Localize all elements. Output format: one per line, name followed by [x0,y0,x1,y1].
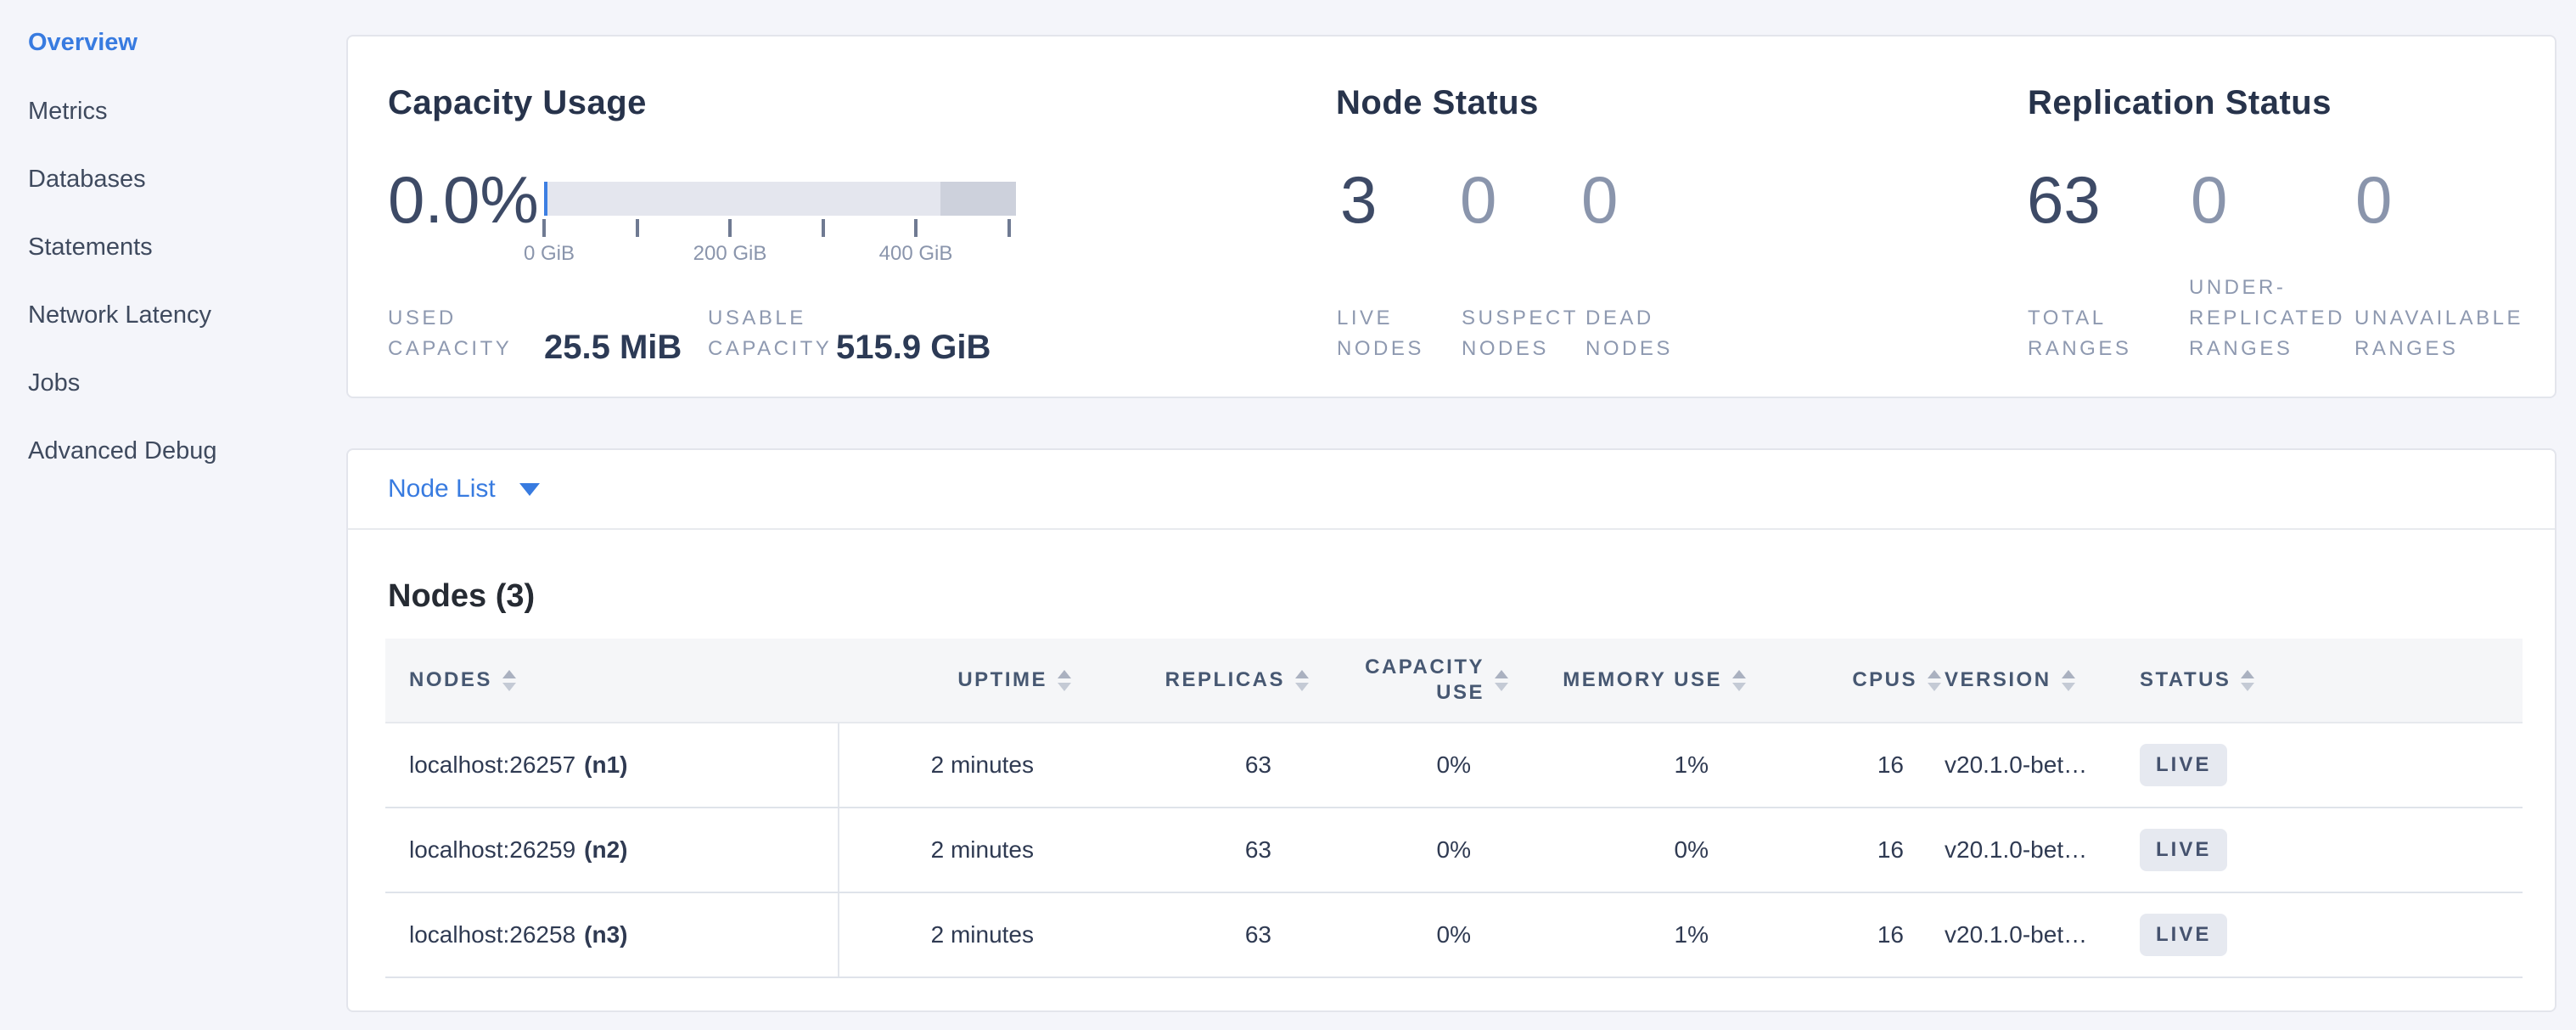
capacity-bar-used-segment [544,182,547,216]
replication-status-title: Replication Status [2028,82,2332,123]
under-replicated-ranges-count: 0 [2191,164,2227,235]
usable-capacity-value: 515.9 GiB [836,327,991,368]
table-row-node-3[interactable]: localhost:26258(n3) 2 minutes 63 0% 1% 1… [385,893,2523,978]
capacity-axis-tick [914,219,918,237]
table-row-node-2[interactable]: localhost:26259(n2) 2 minutes 63 0% 0% 1… [385,808,2523,893]
nodes-table: NODES UPTIME REPLICAS CAPACITY USE MEMOR… [385,639,2523,978]
capacity-used-percent: 0.0% [388,164,539,235]
version-cell: v20.1.0-bet… [1941,723,2128,807]
under-replicated-ranges-label: UNDER-REPLICATED RANGES [2189,273,2374,364]
capacity-axis-label-0: 0 GiB [524,242,575,266]
sidebar-item-advanced-debug[interactable]: Advanced Debug [28,436,217,465]
total-ranges-count: 63 [2027,164,2101,235]
uptime-cell: 2 minutes [839,808,1071,892]
cluster-overview-page: Overview Metrics Databases Statements Ne… [0,0,2576,1030]
capacity-axis-label-400: 400 GiB [879,242,953,266]
version-cell: v20.1.0-bet… [1941,808,2128,892]
node-list-view-header: Node List [348,450,2555,530]
capacity-axis-label-200: 200 GiB [693,242,767,266]
dead-nodes-count: 0 [1581,164,1618,235]
unavailable-ranges-count: 0 [2355,164,2392,235]
memory-use-cell: 1% [1508,723,1746,807]
sort-icon [1495,670,1508,691]
node-list-card: Node List Nodes (3) NODES UPTIME REPLICA… [346,448,2556,1012]
unavailable-ranges-label: UNAVAILABLE RANGES [2354,303,2575,364]
memory-use-cell: 0% [1508,808,1746,892]
sort-icon [1058,670,1071,691]
sidebar: Overview Metrics Databases Statements Ne… [0,0,346,1030]
cpus-cell: 16 [1746,723,1941,807]
column-header-uptime[interactable]: UPTIME [839,639,1071,722]
capacity-use-cell: 0% [1309,893,1508,977]
sort-icon [2241,670,2254,691]
capacity-axis-tick [822,219,825,237]
column-header-replicas[interactable]: REPLICAS [1071,639,1309,722]
status-badge: LIVE [2140,744,2227,786]
node-id: (n1) [584,751,627,779]
node-address-cell[interactable]: localhost:26259(n2) [385,808,839,892]
status-cell: LIVE [2128,808,2523,892]
node-id: (n3) [584,921,627,948]
capacity-usage-title: Capacity Usage [388,82,647,123]
column-header-memory-use[interactable]: MEMORY USE [1508,639,1746,722]
cpus-cell: 16 [1746,808,1941,892]
sidebar-item-jobs[interactable]: Jobs [28,369,80,397]
capacity-bar-reserved-segment [940,182,1016,216]
nodes-count-heading: Nodes (3) [388,577,535,616]
sort-icon [1928,670,1941,691]
live-nodes-count: 3 [1340,164,1377,235]
dead-nodes-label: DEAD NODES [1585,303,1687,364]
cluster-summary-card: Capacity Usage 0.0% 0 GiB 200 GiB 400 Gi… [346,35,2556,398]
version-cell: v20.1.0-bet… [1941,893,2128,977]
capacity-axis-tick [542,219,546,237]
status-cell: LIVE [2128,893,2523,977]
status-cell: LIVE [2128,723,2523,807]
table-row-node-1[interactable]: localhost:26257(n1) 2 minutes 63 0% 1% 1… [385,723,2523,808]
column-header-version[interactable]: VERSION [1941,639,2128,722]
capacity-use-cell: 0% [1309,808,1508,892]
suspect-nodes-label: SUSPECT NODES [1462,303,1580,364]
node-address-cell[interactable]: localhost:26258(n3) [385,893,839,977]
column-header-cpus[interactable]: CPUS [1746,639,1941,722]
sidebar-item-statements[interactable]: Statements [28,233,153,262]
replicas-cell: 63 [1071,723,1309,807]
memory-use-cell: 1% [1508,893,1746,977]
used-capacity-value: 25.5 MiB [544,327,682,368]
node-id: (n2) [584,836,627,864]
capacity-axis-tick [728,219,732,237]
sidebar-item-network-latency[interactable]: Network Latency [28,301,211,329]
sort-icon [1732,670,1746,691]
uptime-cell: 2 minutes [839,723,1071,807]
column-header-nodes[interactable]: NODES [385,639,839,722]
capacity-usage-bar [544,182,1016,216]
replicas-cell: 63 [1071,808,1309,892]
replicas-cell: 63 [1071,893,1309,977]
node-list-view-dropdown-label: Node List [388,475,496,504]
total-ranges-label: TOTAL RANGES [2028,303,2147,364]
sort-icon [1295,670,1309,691]
cpus-cell: 16 [1746,893,1941,977]
node-list-view-dropdown[interactable]: Node List [388,450,540,528]
node-status-title: Node Status [1336,82,1539,123]
live-nodes-label: LIVE NODES [1337,303,1439,364]
sidebar-item-overview[interactable]: Overview [28,28,137,57]
capacity-axis-tick [636,219,639,237]
used-capacity-label: USED CAPACITY [388,303,532,364]
suspect-nodes-count: 0 [1460,164,1496,235]
uptime-cell: 2 minutes [839,893,1071,977]
sort-icon [502,670,516,691]
sort-icon [2062,670,2075,691]
capacity-axis-tick [1007,219,1011,237]
column-header-status[interactable]: STATUS [2128,639,2523,722]
node-address-cell[interactable]: localhost:26257(n1) [385,723,839,807]
sidebar-item-databases[interactable]: Databases [28,165,146,194]
capacity-use-cell: 0% [1309,723,1508,807]
sidebar-item-metrics[interactable]: Metrics [28,97,107,126]
chevron-down-icon [519,483,540,496]
column-header-capacity-use[interactable]: CAPACITY USE [1309,639,1508,722]
status-badge: LIVE [2140,829,2227,871]
status-badge: LIVE [2140,914,2227,956]
nodes-table-header-row: NODES UPTIME REPLICAS CAPACITY USE MEMOR… [385,639,2523,723]
